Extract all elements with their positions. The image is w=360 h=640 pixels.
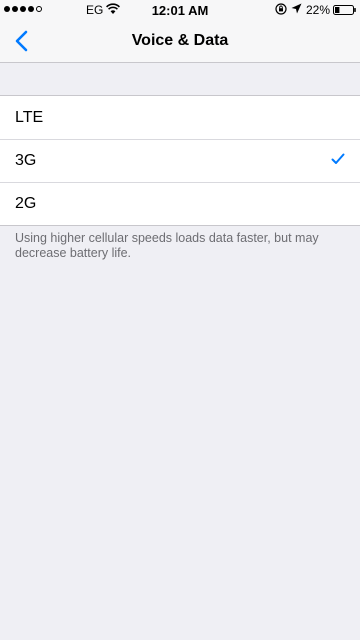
footer-note: Using higher cellular speeds loads data … <box>15 231 319 260</box>
option-2g[interactable]: 2G <box>0 182 360 225</box>
option-3g[interactable]: 3G <box>0 139 360 182</box>
location-arrow-icon <box>291 3 302 14</box>
checkmark-icon <box>331 153 345 164</box>
network-options-list: LTE 3G 2G <box>0 95 360 226</box>
status-bar: EG 12:01 AM 22% <box>0 0 360 20</box>
option-label: 2G <box>15 194 37 212</box>
option-lte[interactable]: LTE <box>0 96 360 139</box>
battery-icon <box>333 5 356 15</box>
chevron-left-icon <box>15 30 27 52</box>
option-label: LTE <box>15 108 44 126</box>
page-title: Voice & Data <box>131 32 229 49</box>
rotation-lock-icon <box>275 3 287 15</box>
battery-percent: 22% <box>306 3 331 17</box>
option-label: 3G <box>15 151 37 169</box>
back-button[interactable] <box>4 24 38 58</box>
navigation-bar: Voice & Data <box>0 20 360 63</box>
